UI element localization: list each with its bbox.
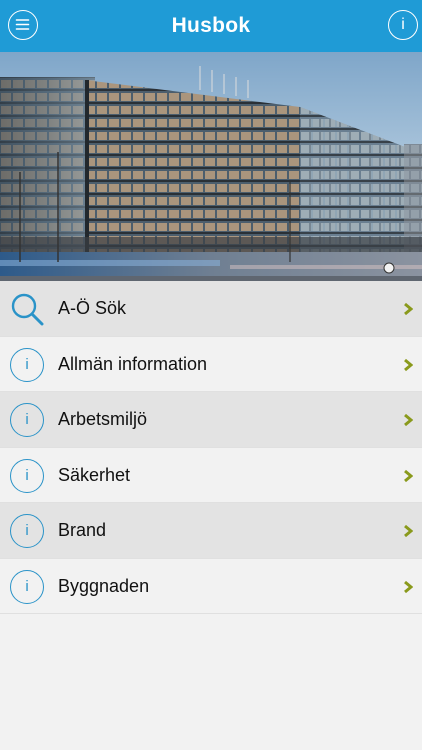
menu-item-label: A-Ö Sök [58,298,127,318]
office-building-photo [0,52,422,281]
menu-item-building[interactable]: i Byggnaden [0,558,422,614]
chevron-right-icon [404,302,413,316]
info-icon: i [10,403,44,437]
info-button[interactable]: i [388,10,418,40]
chevron-right-icon [404,358,413,371]
menu-item-fire[interactable]: i Brand [0,503,422,559]
menu-item-label: Arbetsmiljö [58,409,148,429]
menu-item-label: Allmän information [58,353,208,374]
page-title: Husbok [171,14,251,37]
menu-list: A-Ö Sök i Allmän information i Arbetsmil… [0,281,422,614]
chevron-right-icon [404,580,413,593]
info-icon: i [10,347,44,382]
menu-item-label: Brand [58,520,107,540]
hero-image [0,52,422,281]
app-screen: Husbok i A-Ö Sök i Allmän information i … [0,0,422,750]
menu-item-label: Byggnaden [58,575,150,596]
menu-item-general-info[interactable]: i Allmän information [0,336,422,392]
menu-item-search[interactable]: A-Ö Sök [0,281,422,337]
chevron-right-icon [404,524,413,538]
info-icon: i [10,458,44,493]
menu-item-label: Säkerhet [58,464,131,485]
chevron-right-icon [404,413,413,427]
menu-item-safety[interactable]: i Säkerhet [0,447,422,503]
info-icon: i [10,514,44,548]
info-icon: i [401,16,405,33]
top-bar: Husbok i [0,0,422,52]
search-icon [11,293,44,326]
menu-item-work-environment[interactable]: i Arbetsmiljö [0,392,422,448]
info-icon: i [10,569,44,604]
chevron-right-icon [404,469,413,482]
